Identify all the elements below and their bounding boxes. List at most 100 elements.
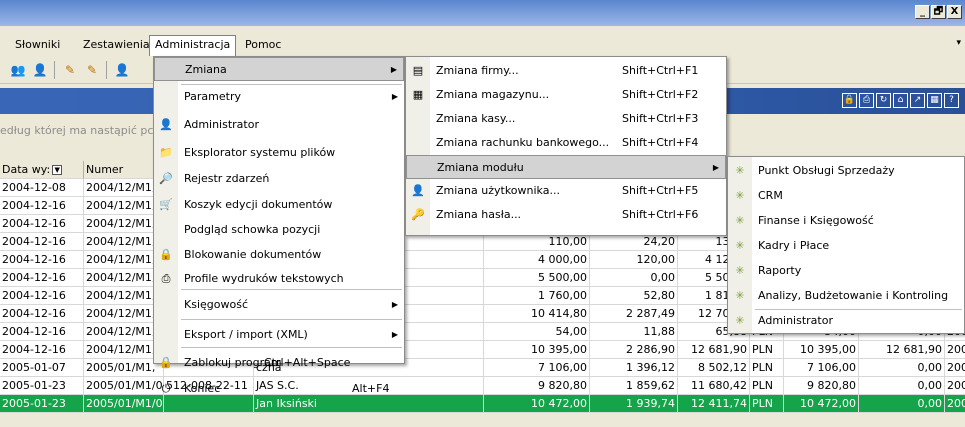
- menu-item-label: Parametry: [184, 90, 241, 103]
- submenu-item-0[interactable]: ▤ Zmiana firmy... Shift+Ctrl+F1: [406, 59, 726, 83]
- menu-administracja[interactable]: Administracja: [149, 35, 237, 56]
- menu-item-label: Administrator: [184, 118, 259, 131]
- administracja-menu: Zmiana ▶ Parametry ▶ 👤 Administrator 📁 Eksplora…: [153, 56, 405, 395]
- menu-item-label: Zmiana hasła...: [436, 208, 522, 221]
- menu-item-koszyk-edycji-dokumentów[interactable]: 🛒 Koszyk edycji dokumentów: [154, 193, 404, 217]
- chart-icon[interactable]: ⌂: [893, 93, 908, 108]
- cell-net: 1 760,00: [484, 287, 590, 305]
- cell-gross: 12 681,90: [678, 341, 750, 359]
- module-item-1[interactable]: ✳ CRM: [728, 184, 964, 208]
- cell-date: 2005-01-23: [0, 377, 84, 395]
- cell-gross: 8 502,12: [678, 359, 750, 377]
- menu-item-koniec[interactable]: ⏻ Koniec Alt+F4: [154, 377, 404, 401]
- menu-item-parametry[interactable]: Parametry ▶: [154, 85, 404, 109]
- table-row[interactable]: 2004-12-16 2004/12/M1, 10 395,00 2 286,90 12…: [0, 341, 965, 359]
- module-item-0[interactable]: ✳ Punkt Obsługi Sprzedaży: [728, 159, 964, 183]
- chevron-down-icon[interactable]: ▼: [52, 165, 63, 175]
- print-icon[interactable]: ⎙: [859, 93, 874, 108]
- restore-button[interactable]: 🗗: [931, 5, 946, 19]
- cell-vat: 1 396,12: [590, 359, 678, 377]
- basket-icon: 🛒: [159, 198, 173, 211]
- cell-cur: PLN: [750, 359, 784, 377]
- cell-date: 2004-12-08: [0, 179, 84, 197]
- menu-item-shortcut: Shift+Ctrl+F3: [622, 112, 699, 125]
- lock-icon[interactable]: 🔒: [842, 93, 857, 108]
- cell-net: 5 500,00: [484, 269, 590, 287]
- user-icon[interactable]: 👤: [32, 62, 48, 78]
- menu-item-podgląd-schowka-pozycji[interactable]: Podgląd schowka pozycji: [154, 218, 404, 242]
- menu-item-label: Raporty: [758, 264, 802, 277]
- table-row[interactable]: 2005-01-232005/01/M1/000000002Jan Iksińs…: [0, 395, 965, 413]
- title-bar: _ 🗗 X: [0, 0, 965, 26]
- menu-item-rejestr-zdarzeń[interactable]: 🔎 Rejestr zdarzeń: [154, 167, 404, 191]
- menu-item-zmiana[interactable]: Zmiana ▶: [154, 57, 404, 81]
- cell-date: 2004-12-16: [0, 251, 84, 269]
- folder-icon: 📁: [159, 146, 173, 159]
- menu-zestawienia[interactable]: Zestawienia: [78, 36, 155, 54]
- submenu-item-5[interactable]: 👤 Zmiana użytkownika... Shift+Ctrl+F5: [406, 179, 726, 203]
- cell-num: 2004/12/M1,: [84, 233, 164, 251]
- menu-item-label: Księgowość: [184, 298, 248, 311]
- submenu-item-2[interactable]: Zmiana kasy... Shift+Ctrl+F3: [406, 107, 726, 131]
- cell-num: 2005/01/M1/000000001: [84, 377, 164, 395]
- calculator-icon[interactable]: ▦: [927, 93, 942, 108]
- cell-num: 2004/12/M1,: [84, 341, 164, 359]
- cell-net: 54,00: [484, 323, 590, 341]
- menu-item-profile-wydruków-tekstowych[interactable]: ⎙ Profile wydruków tekstowych: [154, 267, 404, 291]
- menu-item-label: Eksplorator systemu plików: [184, 146, 336, 159]
- chevron-right-icon: ▶: [391, 300, 398, 309]
- module-item-5[interactable]: ✳ Analizy, Budżetowanie i Kontroling: [728, 284, 964, 308]
- menu-item-eksport-import-xml-[interactable]: Eksport / import (XML) ▶: [154, 323, 404, 347]
- lock-icon: 🔒: [159, 356, 173, 369]
- filter-hint: edług której ma nastąpić pc: [0, 124, 154, 137]
- submenu-item-6[interactable]: 🔑 Zmiana hasła... Shift+Ctrl+F6: [406, 203, 726, 227]
- menu-item-label: Zmiana: [185, 63, 227, 76]
- module-item-3[interactable]: ✳ Kadry i Płace: [728, 234, 964, 258]
- menu-item-blokowanie-dokumentów[interactable]: 🔒 Blokowanie dokumentów: [154, 243, 404, 267]
- users-icon[interactable]: 👥: [10, 62, 26, 78]
- submenu-item-4[interactable]: Zmiana modułu ▶: [406, 155, 726, 179]
- cell-last: 2005-(: [945, 377, 965, 395]
- cell-net: 10 414,80: [484, 305, 590, 323]
- menu-item-eksplorator-systemu-plików[interactable]: 📁 Eksplorator systemu plików: [154, 141, 404, 165]
- module-icon: ✳: [735, 289, 745, 302]
- cell-date: 2004-12-16: [0, 269, 84, 287]
- blank-icon: [158, 297, 174, 313]
- menu-item-zablokuj-program[interactable]: 🔒 Zablokuj program Ctrl+Alt+Space: [154, 351, 404, 375]
- cell-num: 2004/12/M1,: [84, 197, 164, 215]
- submenu-item-3[interactable]: Zmiana rachunku bankowego... Shift+Ctrl+F…: [406, 131, 726, 155]
- module-item-4[interactable]: ✳ Raporty: [728, 259, 964, 283]
- help-icon[interactable]: ?: [944, 93, 959, 108]
- submenu-item-1[interactable]: ▦ Zmiana magazynu... Shift+Ctrl+F2: [406, 83, 726, 107]
- key-icon: 🔑: [411, 208, 425, 221]
- refresh-icon[interactable]: ↻: [876, 93, 891, 108]
- minimize-button[interactable]: _: [915, 5, 930, 19]
- tools-settings-icon[interactable]: ✎: [84, 62, 100, 78]
- column-header-number[interactable]: Numer: [84, 161, 164, 179]
- menu-item-label: Analizy, Budżetowanie i Kontroling: [758, 289, 949, 302]
- menu-slowniki[interactable]: Słowniki: [10, 36, 65, 54]
- table-row[interactable]: 2005-01-232005/01/M1/000000001512-008-22…: [0, 377, 965, 395]
- module-item-6[interactable]: ✳ Administrator: [728, 309, 964, 333]
- cell-vat: 1 859,62: [590, 377, 678, 395]
- table-row[interactable]: 2005-01-07 2005/01/M1, czna 7 106,00 1 396,1…: [0, 359, 965, 377]
- module-item-2[interactable]: ✳ Finanse i Księgowość: [728, 209, 964, 233]
- tools-icon[interactable]: ✎: [62, 62, 78, 78]
- menu-item-administrator[interactable]: 👤 Administrator: [154, 113, 404, 137]
- menu-item-księgowość[interactable]: Księgowość ▶: [154, 293, 404, 317]
- toolbar-separator: [106, 61, 107, 79]
- export-icon[interactable]: ↗: [910, 93, 925, 108]
- cell-vat: 11,88: [590, 323, 678, 341]
- cell-date: 2004-12-16: [0, 215, 84, 233]
- close-button[interactable]: X: [947, 5, 962, 19]
- cell-n2: 9 820,80: [784, 377, 859, 395]
- menu-item-label: Punkt Obsługi Sprzedaży: [758, 164, 895, 177]
- cell-num: 2004/12/M1,: [84, 179, 164, 197]
- cell-date: 2004-12-16: [0, 233, 84, 251]
- person-icon[interactable]: 👤: [114, 62, 130, 78]
- menu-item-label: Koszyk edycji dokumentów: [184, 198, 333, 211]
- column-header-date[interactable]: Data wy: ▼: [0, 161, 84, 179]
- blank-icon: [158, 327, 174, 343]
- menubar-overflow-icon[interactable]: ▾: [956, 38, 961, 48]
- menu-pomoc[interactable]: Pomoc: [240, 36, 286, 54]
